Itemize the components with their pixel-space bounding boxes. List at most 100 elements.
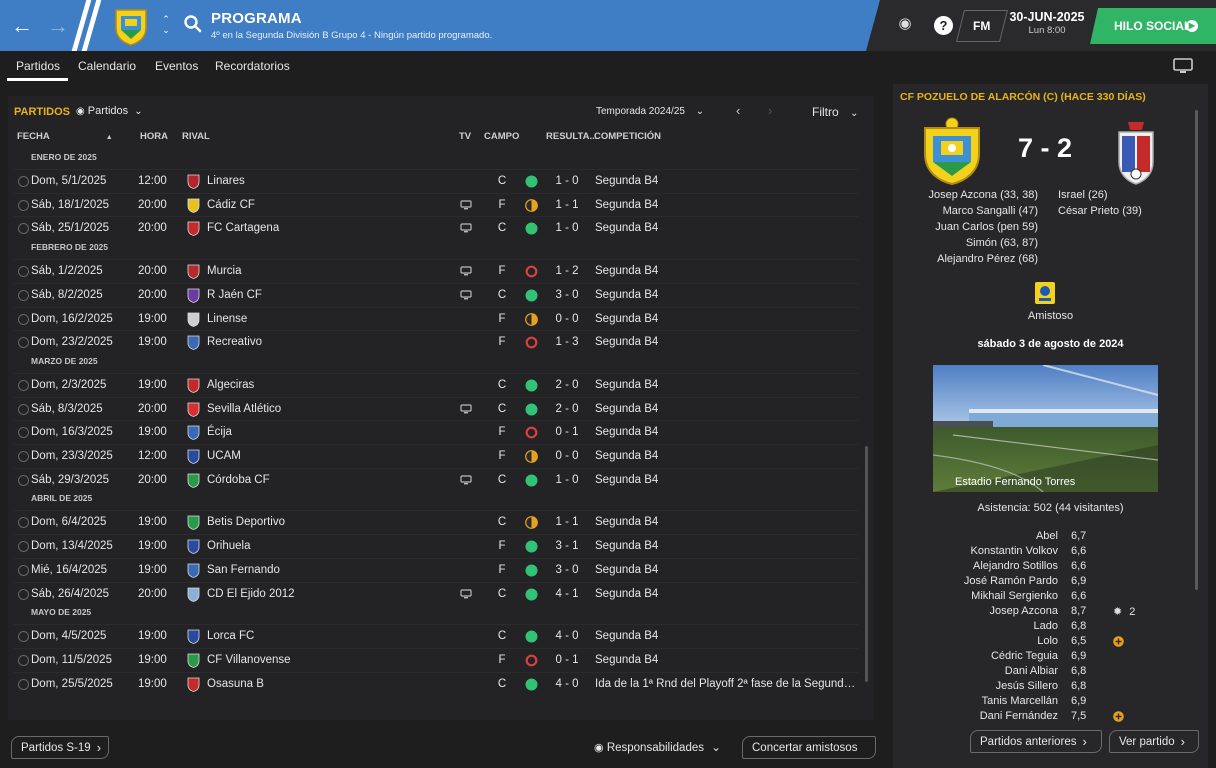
responsibilities-button[interactable]: ◉ Responsabilidades ⌄ xyxy=(594,740,721,754)
checkmark-icon[interactable] xyxy=(18,427,29,439)
fixture-score[interactable]: 1 - 0 xyxy=(547,222,587,234)
column-header-competition[interactable]: COMPETICIÓN xyxy=(594,131,661,142)
tab-recordatorios[interactable]: Recordatorios xyxy=(215,59,290,73)
fixture-row[interactable]: Dom, 11/5/2025 19:00 CF Villanovense F 0 - 1… xyxy=(14,647,859,671)
rival-name-link[interactable]: Sevilla Atlético xyxy=(207,403,281,415)
competition-link[interactable]: Segunda B4 xyxy=(595,289,859,301)
fixture-row[interactable]: Sáb, 29/3/2025 20:00 Córdoba CF C 1 - 0 Segun… xyxy=(14,467,859,491)
fixture-row[interactable]: Dom, 25/5/2025 19:00 Osasuna B C 4 - 0 Ida de… xyxy=(14,671,859,695)
fixtures-scrollbar[interactable] xyxy=(865,446,868,682)
fixture-score[interactable]: 1 - 0 xyxy=(547,474,587,486)
competition-link[interactable]: Segunda B4 xyxy=(595,540,859,552)
fixture-row[interactable]: Dom, 2/3/2025 19:00 Algeciras C 2 - 0 Segunda… xyxy=(14,372,859,396)
rival-name-link[interactable]: Orihuela xyxy=(207,540,250,552)
club-crest-icon[interactable] xyxy=(112,6,150,46)
checkmark-icon[interactable] xyxy=(18,678,29,690)
previous-season-button[interactable]: ‹ xyxy=(736,103,740,118)
arrange-friendlies-button[interactable]: Concertar amistosos xyxy=(742,736,876,759)
checkmark-icon[interactable] xyxy=(18,266,29,278)
fixture-score[interactable]: 0 - 1 xyxy=(547,426,587,438)
checkmark-icon[interactable] xyxy=(18,379,29,391)
social-feed-button[interactable]: HILO SOCIAL ▶ xyxy=(1090,8,1216,44)
continue-date-button[interactable]: 30-JUN-2025 Lun 8:00 xyxy=(1004,8,1090,42)
column-header-time[interactable]: HORA xyxy=(140,131,168,142)
fixture-row[interactable]: Sáb, 1/2/2025 20:00 Murcia F 1 - 2 Segunda B4 xyxy=(14,259,858,282)
rival-name-link[interactable]: CF Villanovense xyxy=(207,654,291,666)
fixture-row[interactable]: Sáb, 8/2/2025 20:00 R Jaén CF C 3 - 0 Segunda… xyxy=(14,282,859,306)
fixture-score[interactable]: 0 - 0 xyxy=(547,450,587,462)
competition-link[interactable]: Segunda B4 xyxy=(595,564,859,576)
fixture-row[interactable]: Dom, 16/2/2025 19:00 Linense F 0 - 0 Segunda … xyxy=(14,306,858,330)
player-name[interactable]: Lado xyxy=(1034,620,1058,632)
rival-name-link[interactable]: Betis Deportivo xyxy=(207,516,285,528)
fixture-row[interactable]: Dom, 23/2/2025 19:00 Recreativo F 1 - 3 Segun… xyxy=(14,330,858,353)
fm-menu-button[interactable]: FM xyxy=(956,10,1008,42)
fixture-score[interactable]: 1 - 3 xyxy=(547,336,587,348)
column-header-result[interactable]: RESULTA... xyxy=(546,131,597,142)
fixture-row[interactable]: Dom, 6/4/2025 19:00 Betis Deportivo C 1 - 1 S… xyxy=(14,510,858,533)
rival-name-link[interactable]: Recreativo xyxy=(207,336,262,348)
tab-partidos[interactable]: Partidos xyxy=(16,59,60,73)
player-name[interactable]: Alejandro Sotillos xyxy=(973,560,1058,572)
rival-name-link[interactable]: Córdoba CF xyxy=(207,474,270,486)
player-name[interactable]: Lolo xyxy=(1037,635,1058,647)
monitor-icon[interactable] xyxy=(1172,58,1194,74)
rival-name-link[interactable]: FC Cartagena xyxy=(207,222,279,234)
player-name[interactable]: José Ramón Pardo xyxy=(964,575,1058,587)
checkmark-icon[interactable] xyxy=(18,588,29,600)
fixture-score[interactable]: 2 - 0 xyxy=(547,403,587,415)
player-name[interactable]: Dani Albiar xyxy=(1005,665,1058,677)
checkmark-icon[interactable] xyxy=(18,337,29,349)
competition-link[interactable]: Ida de la 1ª Rnd del Playoff 2ª fase de … xyxy=(595,678,859,690)
competition-link[interactable]: Segunda B4 xyxy=(595,516,859,528)
checkmark-icon[interactable] xyxy=(18,403,29,415)
checkmark-icon[interactable] xyxy=(18,654,29,666)
checkmark-icon[interactable] xyxy=(18,564,29,576)
player-name[interactable]: Dani Fernández xyxy=(980,710,1058,722)
competition-link[interactable]: Segunda B4 xyxy=(595,403,859,415)
competition-link[interactable]: Segunda B4 xyxy=(595,450,859,462)
rival-name-link[interactable]: Cádiz CF xyxy=(207,199,255,211)
competition-link[interactable]: Segunda B4 xyxy=(595,336,859,348)
rival-name-link[interactable]: Linares xyxy=(207,175,245,187)
filter-dropdown[interactable]: Filtro ⌄ xyxy=(812,105,858,119)
tab-calendario[interactable]: Calendario xyxy=(78,59,136,73)
column-header-rival[interactable]: RIVAL xyxy=(182,131,210,142)
fixture-score[interactable]: 1 - 0 xyxy=(547,175,587,187)
competition-link[interactable]: Segunda B4 xyxy=(595,474,859,486)
fixture-row[interactable]: Mié, 16/4/2025 19:00 San Fernando F 3 - 0 Seg… xyxy=(14,557,859,581)
column-header-venue[interactable]: CAMPO xyxy=(484,131,519,142)
player-name[interactable]: Mikhail Sergienko xyxy=(971,590,1058,602)
view-match-button[interactable]: Ver partido › xyxy=(1109,730,1199,753)
rival-name-link[interactable]: Lorca FC xyxy=(207,630,254,642)
player-name[interactable]: Tanis Marcellán xyxy=(982,695,1058,707)
checkmark-icon[interactable] xyxy=(18,517,29,529)
forward-button[interactable]: → xyxy=(40,0,76,51)
fixture-score[interactable]: 0 - 1 xyxy=(547,654,587,666)
column-header-date[interactable]: FECHA ▲ xyxy=(17,131,113,142)
competition-link[interactable]: Segunda B4 xyxy=(595,222,859,234)
tab-eventos[interactable]: Eventos xyxy=(155,59,198,73)
fixture-score[interactable]: 4 - 1 xyxy=(547,588,587,600)
competition-link[interactable]: Segunda B4 xyxy=(595,426,859,438)
detail-scrollbar[interactable] xyxy=(1195,110,1198,590)
fixture-score[interactable]: 3 - 0 xyxy=(547,289,587,301)
competition-link[interactable]: Segunda B4 xyxy=(595,199,859,211)
checkmark-icon[interactable] xyxy=(18,631,29,643)
fixture-row[interactable]: Sáb, 26/4/2025 20:00 CD El Ejido 2012 C 4 - … xyxy=(14,581,858,605)
player-name[interactable]: Josep Azcona xyxy=(990,605,1059,617)
club-switch-button[interactable]: ⌃ ⌄ xyxy=(159,14,173,36)
checkmark-icon[interactable] xyxy=(18,199,29,211)
rival-name-link[interactable]: San Fernando xyxy=(207,564,280,576)
checkmark-icon[interactable] xyxy=(18,176,29,187)
fixture-score[interactable]: 0 - 0 xyxy=(547,313,587,325)
previous-matches-button[interactable]: Partidos anteriores › xyxy=(970,730,1102,753)
checkmark-icon[interactable] xyxy=(18,313,29,325)
competition-link[interactable]: Segunda B4 xyxy=(595,379,859,391)
fixture-score[interactable]: 1 - 1 xyxy=(547,516,587,528)
competition-link[interactable]: Segunda B4 xyxy=(595,654,859,666)
help-button[interactable]: ? xyxy=(934,16,953,35)
fixture-score[interactable]: 2 - 0 xyxy=(547,379,587,391)
next-season-button[interactable]: › xyxy=(768,103,772,118)
checkmark-icon[interactable] xyxy=(18,223,29,235)
